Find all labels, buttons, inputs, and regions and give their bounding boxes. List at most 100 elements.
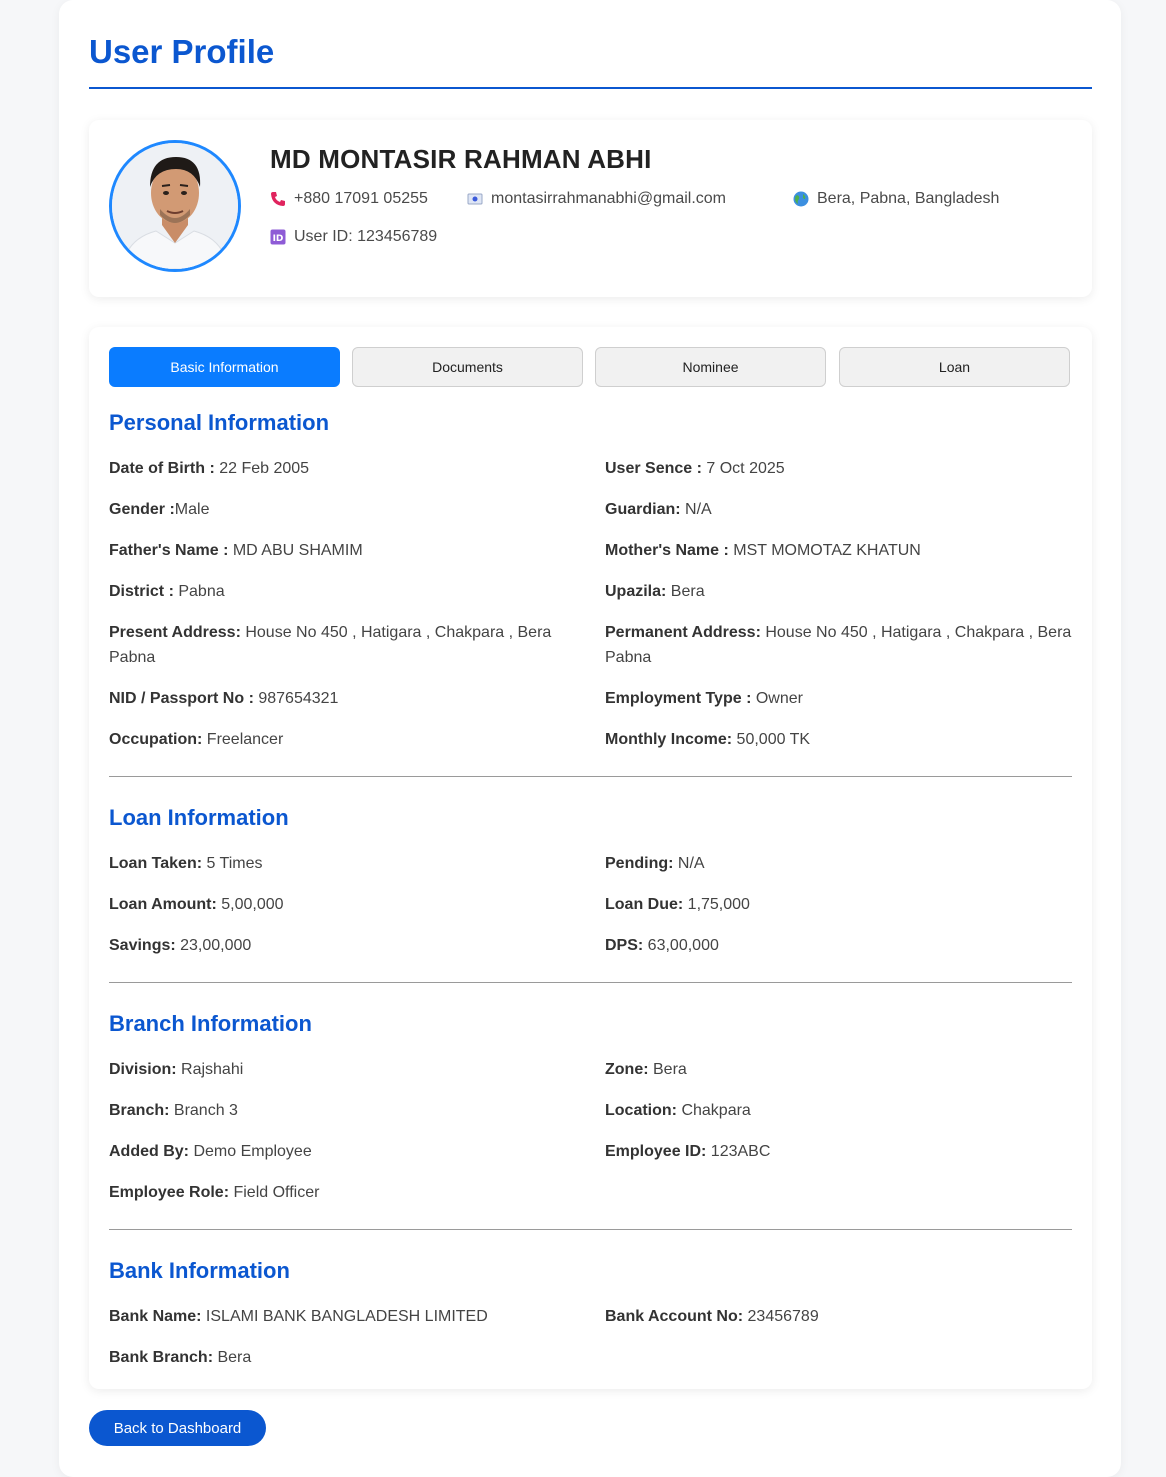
field-value: Field Officer xyxy=(229,1184,320,1201)
section-divider xyxy=(109,982,1072,983)
globe-icon xyxy=(793,191,809,207)
field-permanent-address: Permanent Address: House No 450 , Hatiga… xyxy=(605,620,1075,670)
field-employment-type: Employment Type : Owner xyxy=(605,686,803,711)
field-loan-amount: Loan Amount: 5,00,000 xyxy=(109,892,284,917)
phone-contact[interactable]: +880 17091 05255 xyxy=(270,190,428,208)
email-address: montasirrahmanabhi@gmail.com xyxy=(491,190,726,207)
field-label: Monthly Income: xyxy=(605,731,733,748)
field-value: 1,75,000 xyxy=(683,896,750,913)
field-label: District : xyxy=(109,583,174,600)
field-monthly-income: Monthly Income: 50,000 TK xyxy=(605,727,810,752)
field-value: 23,00,000 xyxy=(175,937,252,954)
field-value: 987654321 xyxy=(253,690,339,707)
field-label: Mother's Name : xyxy=(605,542,729,559)
field-district: District : Pabna xyxy=(109,579,225,604)
field-label: NID / Passport No : xyxy=(109,690,254,707)
email-icon xyxy=(467,191,483,207)
field-value: Bera xyxy=(213,1349,252,1366)
field-label: Bank Branch: xyxy=(109,1349,214,1366)
field-value: N/A xyxy=(673,855,705,872)
field-value: 7 Oct 2025 xyxy=(701,460,785,477)
field-value: 50,000 TK xyxy=(732,731,811,748)
tab-basic-information[interactable]: Basic Information xyxy=(109,347,340,387)
profile-name: MD MONTASIR RAHMAN ABHI xyxy=(270,144,652,174)
field-occupation: Occupation: Freelancer xyxy=(109,727,283,752)
section-divider xyxy=(109,776,1072,777)
field-mothers-name: Mother's Name : MST MOMOTAZ KHATUN xyxy=(605,538,921,563)
field-value: Demo Employee xyxy=(189,1143,312,1160)
field-value: MD ABU SHAMIM xyxy=(228,542,363,559)
field-pending: Pending: N/A xyxy=(605,851,705,876)
field-label: Loan Due: xyxy=(605,896,684,913)
field-guardian: Guardian: N/A xyxy=(605,497,712,522)
field-label: Bank Account No: xyxy=(605,1308,744,1325)
field-savings: Savings: 23,00,000 xyxy=(109,933,251,958)
avatar xyxy=(109,140,241,272)
field-value: Bera xyxy=(648,1061,687,1078)
field-value: Freelancer xyxy=(202,731,284,748)
field-employee-id: Employee ID: 123ABC xyxy=(605,1139,770,1164)
title-divider xyxy=(89,87,1092,89)
field-value: 5 Times xyxy=(202,855,263,872)
field-zone: Zone: Bera xyxy=(605,1057,687,1082)
field-bank-account-no: Bank Account No: 23456789 xyxy=(605,1304,819,1329)
field-label: Location: xyxy=(605,1102,677,1119)
field-loan-taken: Loan Taken: 5 Times xyxy=(109,851,263,876)
field-label: Added By: xyxy=(109,1143,189,1160)
field-value: 63,00,000 xyxy=(643,937,719,954)
field-bank-name: Bank Name: ISLAMI BANK BANGLADESH LIMITE… xyxy=(109,1304,488,1329)
field-label: Guardian: xyxy=(605,501,681,518)
tab-loan[interactable]: Loan xyxy=(839,347,1070,387)
field-present-address: Present Address: House No 450 , Hatigara… xyxy=(109,620,569,670)
field-label: Gender : xyxy=(109,501,175,518)
field-label: Bank Name: xyxy=(109,1308,202,1325)
field-fathers-name: Father's Name : MD ABU SHAMIM xyxy=(109,538,363,563)
field-value: 22 Feb 2005 xyxy=(214,460,310,477)
field-value: 123ABC xyxy=(706,1143,771,1160)
avatar-photo xyxy=(112,143,238,269)
phone-icon xyxy=(270,191,286,207)
location-info: Bera, Pabna, Bangladesh xyxy=(793,190,999,208)
email-contact[interactable]: montasirrahmanabhi@gmail.com xyxy=(467,190,726,208)
field-value: Bera xyxy=(666,583,705,600)
section-divider xyxy=(109,1229,1072,1230)
profile-page: User Profile MD MONTASIR RAHMAN ABHI +88… xyxy=(59,0,1121,1477)
tab-documents[interactable]: Documents xyxy=(352,347,583,387)
svg-text:ID: ID xyxy=(273,234,284,244)
bank-information-heading: Bank Information xyxy=(109,1258,290,1283)
field-division: Division: Rajshahi xyxy=(109,1057,243,1082)
field-value: Chakpara xyxy=(677,1102,751,1119)
id-badge-icon: ID xyxy=(270,229,286,245)
phone-number: +880 17091 05255 xyxy=(294,190,428,207)
field-value: 23456789 xyxy=(743,1308,819,1325)
field-bank-branch: Bank Branch: Bera xyxy=(109,1345,251,1370)
field-label: Zone: xyxy=(605,1061,649,1078)
field-value: Branch 3 xyxy=(169,1102,238,1119)
field-value: MST MOMOTAZ KHATUN xyxy=(728,542,921,559)
field-label: Savings: xyxy=(109,937,176,954)
personal-information-heading: Personal Information xyxy=(109,410,330,435)
field-location: Location: Chakpara xyxy=(605,1098,751,1123)
user-id-text: User ID: 123456789 xyxy=(294,228,438,245)
back-to-dashboard-button[interactable]: Back to Dashboard xyxy=(89,1410,266,1446)
field-label: Branch: xyxy=(109,1102,170,1119)
field-upazila: Upazila: Bera xyxy=(605,579,705,604)
field-label: Upazila: xyxy=(605,583,667,600)
field-label: Occupation: xyxy=(109,731,203,748)
field-label: DPS: xyxy=(605,937,644,954)
field-label: Loan Amount: xyxy=(109,896,217,913)
field-user-since: User Sence : 7 Oct 2025 xyxy=(605,456,785,481)
field-label: Pending: xyxy=(605,855,674,872)
field-gender: Gender :Male xyxy=(109,497,209,522)
field-nid-passport: NID / Passport No : 987654321 xyxy=(109,686,338,711)
page-title: User Profile xyxy=(89,33,275,70)
field-employee-role: Employee Role: Field Officer xyxy=(109,1180,319,1205)
field-loan-due: Loan Due: 1,75,000 xyxy=(605,892,750,917)
field-label: Employee ID: xyxy=(605,1143,707,1160)
field-value: Rajshahi xyxy=(176,1061,244,1078)
field-label: Date of Birth : xyxy=(109,460,215,477)
field-added-by: Added By: Demo Employee xyxy=(109,1139,312,1164)
tab-nominee[interactable]: Nominee xyxy=(595,347,826,387)
field-value: ISLAMI BANK BANGLADESH LIMITED xyxy=(201,1308,488,1325)
field-label: Employment Type : xyxy=(605,690,752,707)
